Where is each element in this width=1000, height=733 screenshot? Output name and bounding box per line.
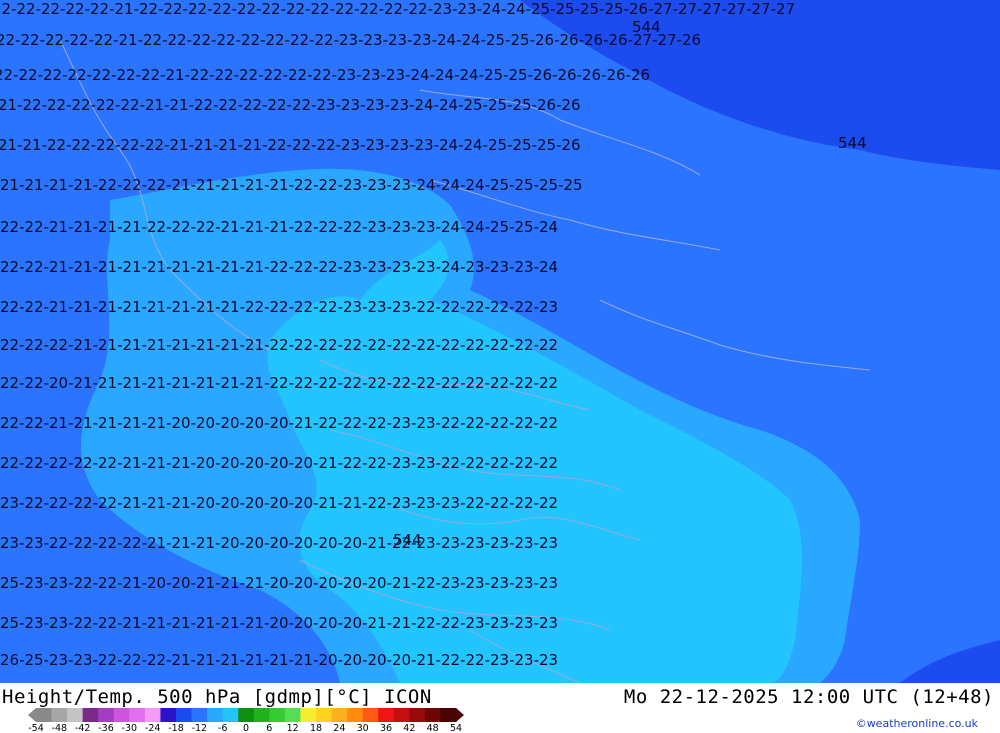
isotherm-label-row: 23-22-22-22-22-21-21-21-20-20-20-20-20-2… bbox=[0, 494, 558, 512]
isotherm-label-row: 22-22-21-21-21-21-21-21-21-21-21-22-22-2… bbox=[0, 258, 558, 276]
legend-swatch bbox=[253, 708, 270, 722]
isotherm-label-row: 22-22-22-22-22-21-22-22-22-22-22-22-22-2… bbox=[0, 0, 795, 18]
legend-swatch bbox=[300, 708, 317, 722]
legend-tick-label: 12 bbox=[287, 723, 299, 733]
isotherm-label-row: 22-22-22-22-22-21-22-22-22-22-22-22-22-2… bbox=[0, 31, 701, 49]
legend-tick-label: -36 bbox=[98, 723, 114, 733]
legend-swatch bbox=[409, 708, 426, 722]
isotherm-label-row: 21-21-22-22-22-22-22-21-21-21-21-22-22-2… bbox=[0, 136, 581, 154]
source-credit[interactable]: ©weatheronline.co.uk bbox=[856, 717, 978, 730]
height-marker-544: 544 bbox=[393, 531, 422, 549]
height-marker-544: 544 bbox=[632, 18, 661, 36]
legend-swatch bbox=[113, 708, 130, 722]
isotherm-label-row: 21-22-22-22-22-22-21-21-22-22-22-22-22-2… bbox=[0, 96, 581, 114]
legend-swatch bbox=[424, 708, 441, 722]
legend-tick-label: -18 bbox=[168, 723, 184, 733]
legend-tick-label: 6 bbox=[266, 723, 272, 733]
legend-tick-label: -12 bbox=[192, 723, 208, 733]
legend-swatch bbox=[331, 708, 348, 722]
isotherm-label-row: 21-21-21-21-22-22-22-21-21-21-21-21-22-2… bbox=[0, 176, 583, 194]
legend-swatch bbox=[362, 708, 379, 722]
legend-swatch bbox=[269, 708, 286, 722]
legend-tick-label: 36 bbox=[380, 723, 392, 733]
legend-swatch bbox=[191, 708, 208, 722]
legend-swatch bbox=[222, 708, 239, 722]
isotherm-label-row: 22-22-22-22-22-21-21-21-20-20-20-20-20-2… bbox=[0, 454, 558, 472]
legend-swatch bbox=[67, 708, 84, 722]
legend-low-arrow bbox=[28, 708, 36, 722]
legend-swatch bbox=[347, 708, 364, 722]
legend-tick-label: 18 bbox=[310, 723, 322, 733]
legend-swatch bbox=[316, 708, 333, 722]
legend-swatch bbox=[82, 708, 99, 722]
legend-tick-label: 42 bbox=[403, 723, 415, 733]
legend-swatch bbox=[378, 708, 395, 722]
valid-time: Mo 22-12-2025 12:00 UTC (12+48) bbox=[623, 686, 994, 708]
legend-swatch bbox=[36, 708, 53, 722]
legend-tick-label: 54 bbox=[450, 723, 462, 733]
legend-swatch bbox=[284, 708, 301, 722]
height-marker-544: 544 bbox=[838, 134, 867, 152]
legend-swatch bbox=[160, 708, 177, 722]
legend-swatch bbox=[207, 708, 224, 722]
isotherm-label-row: 26-25-23-23-22-22-22-21-21-21-21-21-21-2… bbox=[0, 651, 558, 669]
isotherm-label-row: 25-23-23-22-22-21-20-20-21-21-21-20-20-2… bbox=[0, 574, 558, 592]
legend-tick-label: -6 bbox=[218, 723, 227, 733]
legend-high-arrow bbox=[456, 708, 464, 722]
isotherm-label-row: 22-22-22-22-22-22-22-21-22-22-22-22-22-2… bbox=[0, 66, 650, 84]
isotherm-label-row: 25-23-23-22-22-21-21-21-21-21-21-20-20-2… bbox=[0, 614, 558, 632]
legend-swatch bbox=[440, 708, 457, 722]
legend-swatch bbox=[98, 708, 115, 722]
legend-tick-label: -30 bbox=[122, 723, 138, 733]
legend-swatch bbox=[144, 708, 161, 722]
legend-tick-label: 24 bbox=[333, 723, 345, 733]
legend-tick-label: 48 bbox=[427, 723, 439, 733]
legend-tick-label: 30 bbox=[357, 723, 369, 733]
isotherm-label-row: 23-23-22-22-22-22-21-21-21-20-20-20-20-2… bbox=[0, 534, 558, 552]
map-footer: Height/Temp. 500 hPa [gdmp][°C] ICON Mo … bbox=[0, 683, 1000, 733]
legend-tick-label: -48 bbox=[52, 723, 68, 733]
legend-tick-label: -24 bbox=[145, 723, 161, 733]
color-scale-ticks: -54 -48 -42 -36 -30 -24 -18 -12 -6 0 6 12 18 24 30 36 42… bbox=[28, 723, 462, 733]
temperature-map: 22-22-22-22-22-21-22-22-22-22-22-22-22-2… bbox=[0, 0, 1000, 683]
legend-tick-label: 0 bbox=[243, 723, 249, 733]
legend-swatch bbox=[129, 708, 146, 722]
isotherm-label-row: 22-22-21-21-21-21-22-22-22-21-21-21-22-2… bbox=[0, 218, 558, 236]
legend-swatch bbox=[238, 708, 255, 722]
isotherm-label-row: 22-22-22-21-21-21-21-21-21-21-21-22-22-2… bbox=[0, 336, 558, 354]
legend-tick-label: -54 bbox=[28, 723, 44, 733]
legend-swatch bbox=[393, 708, 410, 722]
legend-swatch bbox=[51, 708, 68, 722]
color-scale-legend bbox=[28, 708, 464, 722]
isotherm-label-row: 22-22-21-21-21-21-21-21-21-21-22-22-22-2… bbox=[0, 298, 558, 316]
legend-tick-label: -42 bbox=[75, 723, 91, 733]
isotherm-label-row: 22-22-21-21-21-21-21-20-20-20-20-20-21-2… bbox=[0, 414, 558, 432]
legend-swatch bbox=[176, 708, 193, 722]
weather-map-view: 22-22-22-22-22-21-22-22-22-22-22-22-22-2… bbox=[0, 0, 1000, 733]
map-title: Height/Temp. 500 hPa [gdmp][°C] ICON bbox=[2, 686, 432, 708]
isotherm-label-row: 22-22-20-21-21-21-21-21-21-21-21-22-22-2… bbox=[0, 374, 558, 392]
